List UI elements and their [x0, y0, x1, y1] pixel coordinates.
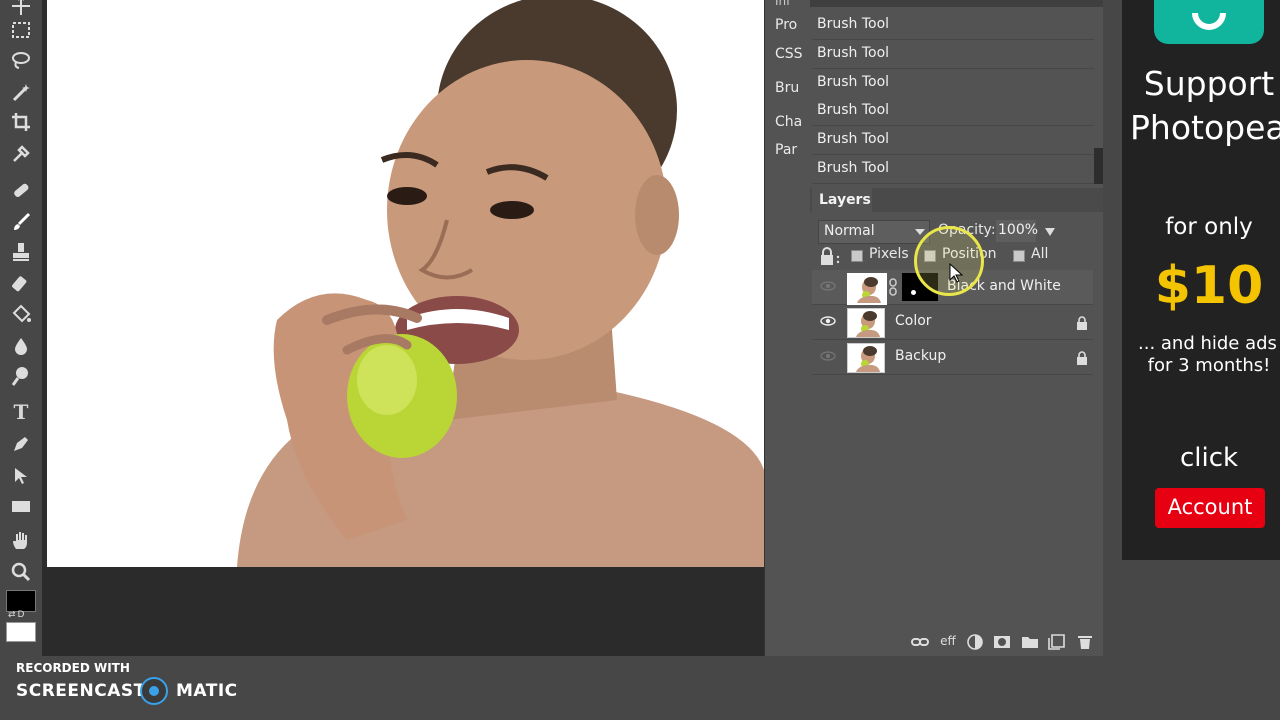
opacity-dropdown-icon[interactable] [1045, 228, 1055, 236]
mini-panel-properties[interactable]: Pro [775, 17, 797, 33]
layer-row-backup[interactable]: Backup [812, 340, 1093, 375]
mini-panel-character[interactable]: Cha [775, 114, 802, 130]
adjustment-layer-icon[interactable] [966, 634, 984, 650]
history-item[interactable]: Brush Tool [812, 11, 1094, 40]
path-select-icon[interactable] [9, 464, 33, 488]
mouse-cursor-icon [949, 263, 963, 283]
panel-gap [1103, 0, 1122, 656]
rectangle-icon[interactable] [9, 494, 33, 518]
ad-account-button[interactable]: Account [1155, 488, 1265, 528]
history-item[interactable]: Brush Tool [812, 69, 1094, 98]
recorded-with-text: RECORDED WITH [16, 661, 130, 675]
history-scrollbar[interactable] [1094, 148, 1103, 184]
history-item[interactable]: Brush Tool [812, 155, 1094, 184]
ad-photopea-text: Photopea [1130, 108, 1280, 147]
opacity-input[interactable]: 100% [996, 220, 1038, 242]
pen-icon[interactable] [9, 432, 33, 456]
lock-icon [1077, 351, 1087, 365]
eye-icon[interactable] [820, 351, 836, 361]
screencast-text: SCREENCAST [16, 681, 146, 701]
photo-woman-eating-apple [47, 0, 764, 567]
healing-icon[interactable] [9, 178, 33, 202]
blend-mode-select[interactable]: Normal [818, 220, 930, 244]
collapsed-panels: Inf Pro CSS Bru Cha Par [764, 0, 811, 656]
record-dot-icon [140, 677, 168, 705]
foreground-color-swatch[interactable] [6, 590, 36, 612]
lock-all-checkbox[interactable] [1013, 250, 1025, 262]
ad-for-only-text: for only [1165, 214, 1253, 240]
eye-icon[interactable] [820, 281, 836, 291]
layer-name: Color [895, 313, 932, 329]
magic-wand-icon[interactable] [9, 80, 33, 104]
bucket-icon[interactable] [9, 302, 33, 326]
ad-months-text: for 3 months! [1147, 355, 1271, 376]
lock-icon [818, 246, 842, 266]
dodge-icon[interactable] [9, 364, 33, 388]
layer-name: Backup [895, 348, 947, 364]
background-color-swatch[interactable] [6, 622, 36, 642]
folder-icon[interactable] [1021, 634, 1039, 650]
mini-panel-paragraph[interactable]: Par [775, 142, 797, 158]
layer-effects-button[interactable]: eff [939, 634, 957, 650]
history-tabs[interactable] [810, 0, 1103, 7]
toolbox: T [0, 0, 42, 660]
ad-hide-ads-text: ... and hide ads [1138, 333, 1277, 354]
eraser-icon[interactable] [9, 272, 33, 296]
new-layer-icon[interactable] [1048, 634, 1066, 650]
move-icon[interactable] [9, 0, 33, 18]
text-icon[interactable]: T [9, 400, 33, 424]
lock-all-label: All [1031, 246, 1049, 262]
blur-icon[interactable] [9, 334, 33, 358]
swap-colors-icon[interactable]: ⇄D [8, 610, 26, 620]
layer-thumbnail [847, 308, 885, 338]
mini-panel-info[interactable]: Inf [775, 0, 790, 8]
layer-row-color[interactable]: Color [812, 305, 1093, 340]
layers-toolbar: eff [810, 628, 1103, 656]
brush-icon[interactable] [9, 210, 33, 234]
trash-icon[interactable] [1076, 634, 1094, 650]
history-item[interactable]: Brush Tool [812, 97, 1094, 126]
chain-link-icon[interactable] [888, 278, 898, 296]
hand-icon[interactable] [9, 528, 33, 552]
crop-icon[interactable] [9, 110, 33, 134]
layer-thumbnail [847, 273, 887, 305]
canvas-background [42, 567, 764, 656]
ad-support-text: Support [1143, 64, 1275, 103]
lock-pixels-label: Pixels [869, 246, 909, 262]
history-item[interactable]: Brush Tool [812, 40, 1094, 69]
matic-text: MATIC [176, 681, 238, 701]
zoom-icon[interactable] [9, 560, 33, 584]
photopea-logo-icon [1154, 0, 1264, 44]
layer-mask-icon[interactable] [993, 634, 1011, 650]
link-layers-icon[interactable] [911, 634, 929, 650]
layer-thumbnail [847, 343, 885, 373]
chevron-down-icon [915, 229, 925, 235]
ad-price-text: $10 [1154, 256, 1264, 316]
tab-layers[interactable]: Layers [812, 188, 872, 212]
stamp-icon[interactable] [9, 240, 33, 264]
lasso-icon[interactable] [9, 48, 33, 72]
lock-icon [1077, 316, 1087, 330]
eyedropper-icon[interactable] [9, 142, 33, 166]
cursor-highlight [914, 226, 984, 296]
ad-below-area [1122, 560, 1280, 656]
mini-panel-css[interactable]: CSS [775, 46, 803, 62]
eye-icon[interactable] [820, 316, 836, 326]
history-item[interactable]: Brush Tool [812, 126, 1094, 155]
marquee-icon[interactable] [9, 18, 33, 42]
lock-pixels-checkbox[interactable] [851, 250, 863, 262]
mini-panel-brush[interactable]: Bru [775, 80, 799, 96]
ad-click-text: click [1179, 443, 1239, 473]
document-canvas[interactable] [47, 0, 764, 567]
